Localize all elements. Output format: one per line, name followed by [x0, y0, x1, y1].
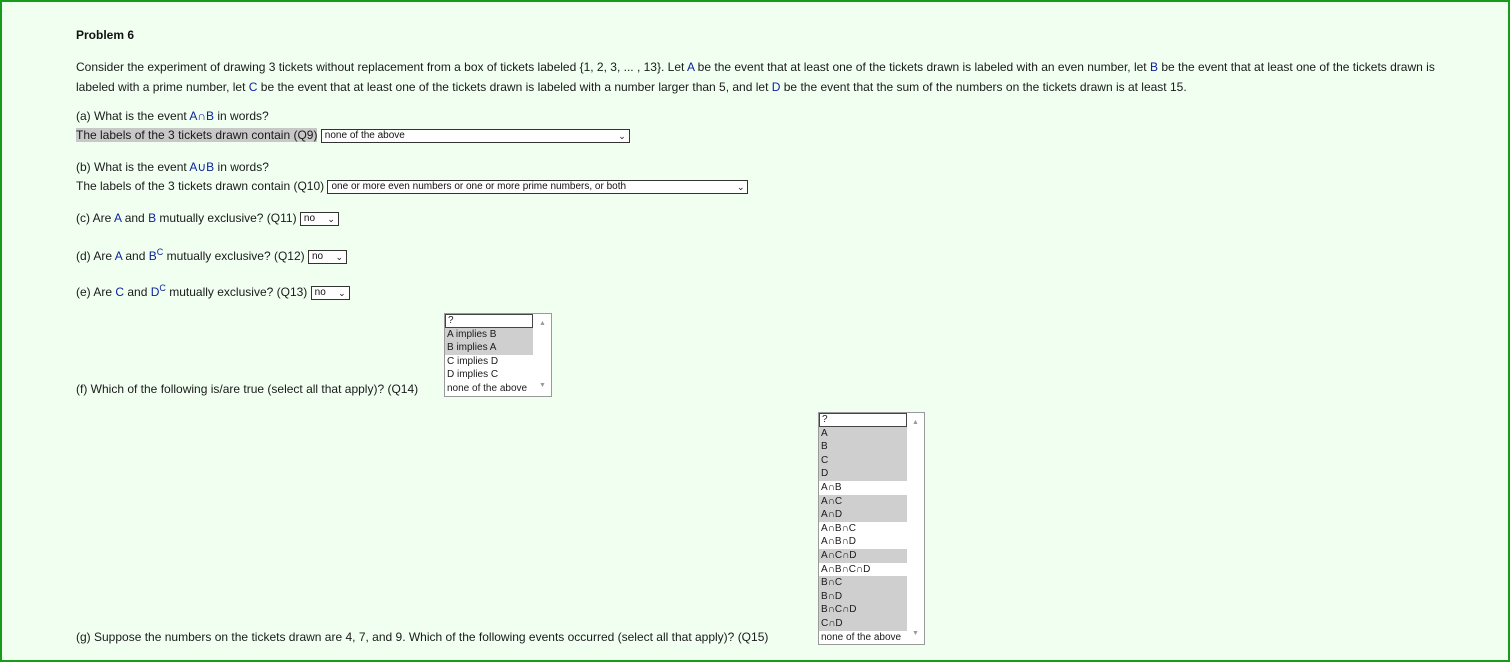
qg-option[interactable]: C — [819, 453, 907, 468]
question-e-text-3: mutually exclusive? (Q13) — [165, 285, 308, 299]
q13-select[interactable]: no ⌄ — [310, 285, 350, 300]
qg-option[interactable]: B — [819, 440, 907, 454]
qg-option[interactable]: ? — [819, 413, 907, 427]
qf-option[interactable]: B implies A — [445, 341, 533, 355]
question-e-text-2: and — [124, 285, 151, 299]
qg-option[interactable]: A∩C — [819, 494, 907, 509]
question-b-answer-row: The labels of the 3 tickets drawn contai… — [76, 179, 749, 194]
question-f: (f) Which of the following is/are true (… — [76, 382, 419, 396]
question-d-event-2: B — [148, 249, 157, 263]
page-frame — [0, 0, 1510, 662]
q9-select-value: none of the above — [324, 129, 405, 141]
question-a-answer-row: The labels of the 3 tickets drawn contai… — [76, 128, 630, 143]
qg-option[interactable]: D — [819, 467, 907, 481]
question-b-answer-label: The labels of the 3 tickets drawn contai… — [76, 179, 325, 193]
question-d-text-3: mutually exclusive? (Q12) — [163, 249, 305, 263]
qf-option[interactable]: D implies C — [445, 368, 533, 382]
qf-option[interactable]: none of the above — [445, 382, 533, 396]
q12-select[interactable]: no ⌄ — [307, 249, 347, 264]
question-a-event: A∩B — [189, 109, 215, 123]
question-d-text-2: and — [122, 249, 149, 263]
question-a-suffix: in words? — [214, 109, 269, 123]
q15-listbox[interactable]: ? A B C D A∩B A∩C A∩D A∩B∩C A∩B∩D A∩C∩D A∩B∩C∩D B∩C B… — [818, 412, 925, 645]
question-c-event-2: B — [148, 211, 157, 225]
question-c-text-1: (c) Are — [76, 211, 115, 225]
question-e: (e) Are C and DC mutually exclusive? (Q1… — [76, 283, 350, 300]
problem-title: Problem 6 — [76, 28, 135, 42]
scroll-down-arrow-icon[interactable]: ▼ — [539, 379, 546, 393]
chevron-down-icon: ⌄ — [327, 213, 335, 224]
question-c-text-3: mutually exclusive? (Q11) — [156, 211, 297, 225]
q12-select-value: no — [311, 250, 324, 262]
qf-option[interactable]: C implies D — [445, 355, 533, 369]
q15-scrollbar[interactable]: ▲ ▼ — [908, 413, 924, 644]
qf-option[interactable]: ? — [445, 314, 533, 328]
question-d-event-1: A — [114, 249, 123, 263]
q9-select[interactable]: none of the above ⌄ — [320, 128, 630, 143]
chevron-down-icon: ⌄ — [736, 181, 745, 192]
question-b-prefix: (b) What is the event — [76, 160, 190, 174]
chevron-down-icon: ⌄ — [335, 251, 343, 262]
qg-option[interactable]: B∩C — [819, 576, 907, 590]
intro-text-1: Consider the experiment of drawing 3 tic… — [76, 60, 687, 74]
qg-option[interactable]: A∩B∩C∩D — [819, 563, 907, 577]
scroll-up-arrow-icon[interactable]: ▲ — [912, 416, 919, 430]
chevron-down-icon: ⌄ — [338, 287, 346, 298]
question-c: (c) Are A and B mutually exclusive? (Q11… — [76, 211, 339, 226]
qg-option[interactable]: A∩B∩D — [819, 535, 907, 549]
intro-text-4: be the event that at least one of the ti… — [257, 80, 772, 94]
question-b-suffix: in words? — [214, 160, 269, 174]
qg-option[interactable]: A∩C∩D — [819, 548, 907, 563]
qg-option[interactable]: A — [819, 426, 907, 441]
qg-option[interactable]: B∩D — [819, 589, 907, 604]
qg-option[interactable]: B∩C∩D — [819, 603, 907, 617]
problem-intro: Consider the experiment of drawing 3 tic… — [76, 57, 1436, 97]
intro-text-2: be the event that at least one of the ti… — [694, 60, 1150, 74]
question-d-text-1: (d) Are — [76, 249, 115, 263]
question-a: (a) What is the event A∩B in words? — [76, 109, 269, 123]
question-e-event-1: C — [115, 285, 125, 299]
qg-option[interactable]: C∩D — [819, 616, 907, 631]
question-b-event: A∪B — [189, 160, 215, 174]
qg-option[interactable]: A∩B∩C — [819, 522, 907, 536]
question-c-text-2: and — [121, 211, 149, 225]
q10-select-value: one or more even numbers or one or more … — [331, 180, 627, 192]
scroll-up-arrow-icon[interactable]: ▲ — [539, 317, 546, 331]
q13-select-value: no — [314, 286, 326, 298]
q14-listbox[interactable]: ? A implies BB implies AC implies DD impl… — [444, 313, 552, 397]
chevron-down-icon: ⌄ — [618, 130, 626, 141]
question-b: (b) What is the event A∪B in words? — [76, 160, 269, 174]
question-a-prefix: (a) What is the event — [76, 109, 190, 123]
qg-option[interactable]: A∩B — [819, 481, 907, 495]
q11-select[interactable]: no ⌄ — [299, 211, 339, 226]
intro-text-5: be the event that the sum of the numbers… — [780, 80, 1187, 94]
q10-select[interactable]: one or more even numbers or one or more … — [327, 179, 749, 194]
question-g: (g) Suppose the numbers on the tickets d… — [76, 630, 769, 644]
event-b: B — [1149, 60, 1158, 74]
scroll-down-arrow-icon[interactable]: ▼ — [912, 627, 919, 641]
qf-option[interactable]: A implies B — [445, 327, 533, 342]
qg-option[interactable]: none of the above — [819, 631, 907, 645]
q11-select-value: no — [303, 212, 316, 224]
question-d: (d) Are A and BC mutually exclusive? (Q1… — [76, 247, 347, 264]
q14-scrollbar[interactable]: ▲ ▼ — [535, 314, 551, 396]
qg-option[interactable]: A∩D — [819, 508, 907, 522]
question-e-text-1: (e) Are — [76, 285, 116, 299]
question-a-answer-label: The labels of the 3 tickets drawn contai… — [76, 128, 318, 142]
